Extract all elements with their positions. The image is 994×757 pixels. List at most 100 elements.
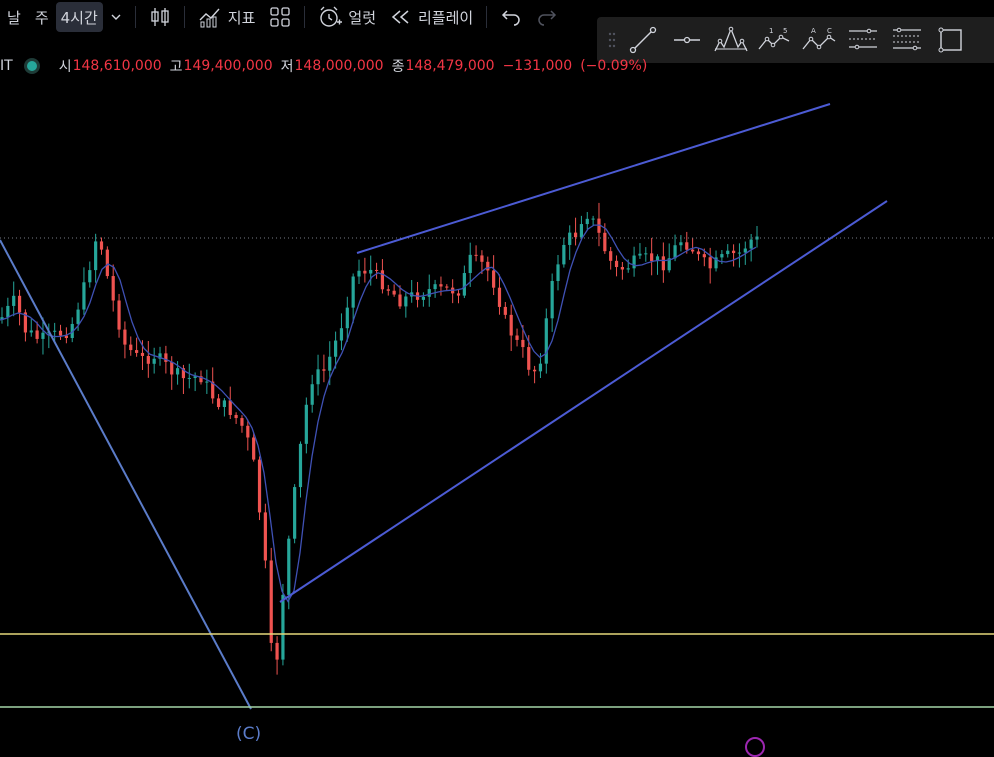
drawing-marker[interactable]	[745, 737, 765, 757]
candle-body	[603, 232, 607, 252]
candle-body	[497, 287, 502, 307]
ohlc-legend: IT 시 148,610,000 고 149,400,000 저 148,000…	[0, 56, 655, 76]
timeframe-dropdown[interactable]	[103, 0, 129, 34]
candle-body	[679, 242, 683, 246]
candle-body	[53, 330, 57, 332]
candle-body	[257, 459, 262, 513]
candle-body	[650, 253, 654, 262]
candle-body	[58, 330, 63, 336]
candle-body	[474, 254, 478, 256]
drawing-toolbar: 1 5 A C	[597, 17, 994, 63]
timeframe-week[interactable]: 주	[28, 0, 56, 34]
indicators-label: 지표	[227, 8, 256, 27]
parallel-channel-icon[interactable]	[841, 20, 885, 60]
grip-icon[interactable]	[603, 31, 621, 49]
candle-body	[369, 269, 373, 274]
candle-body	[175, 368, 180, 375]
alert-label: 얼럿	[348, 8, 376, 27]
candle-body	[433, 284, 437, 290]
svg-text:1: 1	[769, 27, 773, 35]
candle-body	[462, 273, 466, 296]
trend-line-icon[interactable]	[621, 20, 665, 60]
undo-button[interactable]	[493, 0, 529, 34]
candle-body	[263, 512, 267, 561]
alert-button[interactable]: 얼럿	[311, 0, 383, 34]
market-status-dot[interactable]	[26, 61, 37, 71]
candle-body	[731, 250, 736, 254]
candle-body	[685, 242, 689, 250]
candle-body	[404, 296, 408, 307]
candle-body	[29, 330, 33, 333]
candle-body	[568, 232, 572, 245]
rectangle-icon[interactable]	[929, 20, 973, 60]
high-value: 149,400,000	[183, 58, 273, 74]
candle-body	[35, 330, 39, 339]
indicators-icon	[199, 8, 220, 28]
candle-body	[439, 284, 443, 287]
candle-body	[503, 306, 507, 315]
fib-retracement-icon[interactable]	[885, 20, 929, 60]
horizontal-ray-icon[interactable]	[665, 20, 709, 60]
downtrend-line[interactable]	[0, 239, 252, 710]
change-value: −131,000	[502, 58, 573, 74]
redo-icon	[538, 10, 557, 26]
candle-body	[492, 270, 496, 288]
candle-body	[626, 268, 630, 270]
svg-text:5: 5	[783, 27, 787, 35]
candle-body	[293, 487, 297, 539]
candle-body	[374, 269, 379, 271]
candle-body	[755, 236, 759, 240]
open-value: 148,610,000	[72, 58, 162, 74]
timeframe-4h[interactable]: 4시간	[55, 2, 103, 32]
close-value: 148,479,000	[405, 58, 495, 74]
candle-body	[129, 344, 133, 351]
candle-body	[644, 253, 648, 255]
open-label: 시	[58, 59, 72, 75]
candle-body	[380, 270, 385, 290]
replay-label: 리플레이	[418, 8, 474, 27]
indicators-button[interactable]: 지표	[191, 0, 263, 34]
svg-text:A: A	[811, 27, 816, 35]
elliott-wave-label[interactable]: (C)	[236, 724, 261, 744]
candle-body	[421, 296, 425, 300]
redo-button[interactable]	[529, 0, 565, 34]
candle-body	[99, 241, 104, 250]
symbol-name[interactable]: IT	[0, 58, 13, 74]
candle-body	[427, 289, 431, 297]
candle-body	[328, 356, 332, 371]
candle-body	[351, 276, 355, 308]
toolbar-divider	[183, 6, 185, 28]
chart-type-button[interactable]	[142, 0, 178, 34]
candle-body	[152, 358, 156, 364]
elliott-correction-icon[interactable]: A C	[797, 20, 841, 60]
low-value: 148,000,000	[294, 58, 384, 74]
timeframe-day[interactable]: 날	[0, 0, 28, 34]
candle-body	[708, 257, 712, 269]
candle-body	[509, 314, 513, 336]
price-chart[interactable]	[0, 0, 994, 746]
candle-body	[76, 309, 80, 324]
candle-body	[702, 254, 706, 258]
candle-body	[392, 290, 396, 295]
toolbar-divider	[304, 6, 306, 28]
head-shoulders-icon[interactable]	[709, 20, 753, 60]
candle-body	[88, 270, 92, 283]
replay-button[interactable]: 리플레이	[383, 0, 480, 34]
candle-body	[205, 381, 209, 383]
rising-wedge-upper-line[interactable]	[356, 103, 831, 254]
candle-body	[228, 400, 232, 415]
layout-button[interactable]	[262, 0, 298, 34]
candle-body	[234, 414, 238, 419]
candle-body	[614, 260, 619, 268]
candle-body	[737, 252, 742, 254]
candle-body	[609, 251, 613, 261]
candle-body	[562, 244, 566, 265]
candle-body	[357, 270, 361, 277]
candle-body	[94, 241, 98, 271]
elliott-impulse-icon[interactable]: 1 5	[753, 20, 797, 60]
layout-grid-icon	[270, 7, 291, 27]
candle-body	[638, 253, 642, 256]
candle-body	[322, 369, 326, 371]
candle-body	[527, 347, 531, 370]
candle-body	[556, 264, 560, 281]
